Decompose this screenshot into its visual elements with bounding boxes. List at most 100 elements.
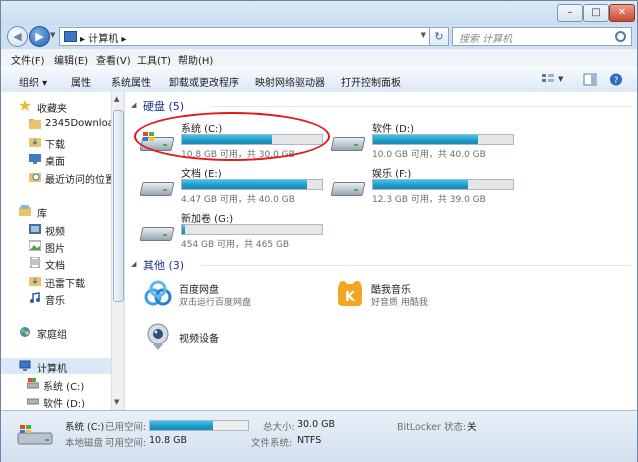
sidebar-item-thunder-downloads[interactable]: 迅雷下载 (1, 273, 111, 289)
hard-drive-icon (27, 398, 39, 405)
music-library-icon (30, 292, 40, 303)
drive-space-info: 12.3 GB 可用，共 39.0 GB (372, 195, 486, 205)
drive-name: 软件 (D:) (372, 124, 415, 135)
map-network-drive-button[interactable]: 映射网络驱动器 (255, 74, 325, 89)
explorer-window: – □ ✕ ◀ ▶ ▼ ▸ 计算机 ▸ ▼ ↻ 搜索 计算机 文件(F) 编辑(… (0, 0, 638, 462)
details-fs-label: 文件系统: (251, 438, 293, 449)
sidebar-item-downloads[interactable]: 下载 (1, 134, 111, 150)
control-panel-button[interactable]: 打开控制面板 (341, 74, 401, 89)
sidebar-item-music[interactable]: 音乐 (1, 290, 111, 306)
star-icon (19, 100, 31, 111)
sidebar-item-videos[interactable]: 视频 (1, 221, 111, 237)
drive-item-e[interactable]: 文档 (E:) 4.47 GB 可用，共 40.0 GB (139, 165, 329, 205)
drive-item-g[interactable]: 新加卷 (G:) 454 GB 可用，共 465 GB (139, 210, 329, 250)
address-bar[interactable]: ▸ 计算机 ▸ ▼ (59, 27, 431, 46)
sidebar-item-pictures[interactable]: 图片 (1, 238, 111, 254)
menu-edit[interactable]: 编辑(E) (54, 52, 88, 67)
view-dropdown-icon[interactable]: ▼ (558, 75, 563, 83)
navigation-scrollbar[interactable]: ▲ ▼ (112, 92, 124, 410)
section-other[interactable]: ◢ 其他 (3) (131, 257, 636, 273)
sidebar-favorites[interactable]: 收藏夹 (1, 98, 111, 114)
hard-drive-icon (139, 177, 175, 197)
sidebar-item-desktop[interactable]: 桌面 (1, 151, 111, 167)
properties-button[interactable]: 属性 (71, 74, 91, 89)
sidebar-item-drive-d[interactable]: 软件 (D:) (1, 393, 111, 409)
uninstall-button[interactable]: 卸载或更改程序 (169, 74, 239, 89)
sidebar-libraries[interactable]: 库 (1, 203, 111, 219)
highlight-circle-annotation (134, 112, 330, 161)
item-name: 百度网盘 (179, 285, 219, 296)
desktop-icon (29, 154, 41, 164)
hard-drive-icon (330, 177, 366, 197)
library-icon (19, 205, 31, 216)
recent-pages-dropdown[interactable]: ▼ (50, 31, 55, 39)
drive-usage-bar (372, 134, 514, 145)
details-pane: 系统 (C:) 已用空间: 本地磁盘 可用空间: 10.8 GB 总大小: 30… (1, 410, 637, 462)
menu-tools[interactable]: 工具(T) (137, 52, 171, 67)
menu-bar: 文件(F) 编辑(E) 查看(V) 工具(T) 帮助(H) (1, 49, 637, 67)
baidu-netdisk-icon (144, 280, 172, 306)
other-item-video-device[interactable]: 视频设备 (143, 322, 323, 356)
view-options-icon[interactable] (541, 73, 555, 86)
sidebar-item-documents[interactable]: 文档 (1, 255, 111, 271)
pictures-library-icon (29, 240, 41, 251)
maximize-button[interactable]: □ (583, 4, 609, 22)
menu-help[interactable]: 帮助(H) (178, 52, 213, 67)
address-dropdown-icon[interactable]: ▼ (421, 31, 426, 39)
downloads-folder-icon (29, 138, 41, 147)
menu-view[interactable]: 查看(V) (96, 52, 131, 67)
section-divider (211, 106, 631, 107)
svg-text:K: K (345, 290, 356, 305)
drive-space-info: 4.47 GB 可用，共 40.0 GB (181, 195, 295, 205)
details-bitlocker-value: 关 (467, 422, 477, 433)
collapse-arrow-icon[interactable]: ◢ (131, 260, 136, 268)
sidebar-item-drive-c[interactable]: 系统 (C:) (1, 376, 111, 392)
menu-file[interactable]: 文件(F) (11, 52, 45, 67)
details-drive-name: 系统 (C:) (65, 422, 105, 433)
section-hard-drives[interactable]: ◢ 硬盘 (5) (131, 98, 636, 114)
other-item-baidu-netdisk[interactable]: 百度网盘 双击运行百度网盘 (143, 279, 323, 313)
other-item-kuwo-music[interactable]: K 酷我音乐 好音质 用酷我 (335, 279, 515, 313)
scrollbar-thumb[interactable] (113, 110, 124, 302)
sidebar-item-recent-places[interactable]: 最近访问的位置 (1, 169, 111, 185)
drive-space-info: 10.0 GB 可用，共 40.0 GB (372, 150, 486, 160)
details-drive-type: 本地磁盘 (65, 438, 104, 449)
help-icon[interactable]: ? (609, 73, 623, 86)
preview-pane-icon[interactable] (583, 73, 597, 86)
drive-item-d[interactable]: 软件 (D:) 10.0 GB 可用，共 40.0 GB (330, 120, 520, 160)
sidebar-item-2345downloads[interactable]: 2345Downloads (1, 116, 111, 132)
system-properties-button[interactable]: 系统属性 (111, 74, 151, 89)
sidebar-homegroup[interactable]: 家庭组 (1, 324, 111, 340)
thunder-downloads-icon (29, 277, 41, 286)
computer-icon (19, 360, 31, 371)
back-button[interactable]: ◀ (7, 26, 28, 47)
navigation-pane: 收藏夹 2345Downloads 下载 桌面 最近访问的位置 库 视频 图片 (1, 92, 112, 410)
system-drive-icon (27, 378, 39, 389)
search-placeholder: 搜索 计算机 (459, 34, 513, 45)
minimize-button[interactable]: – (557, 4, 583, 22)
details-usage-bar (149, 420, 249, 431)
drive-usage-bar (181, 224, 323, 235)
svg-text:?: ? (614, 76, 619, 86)
hard-drive-icon (139, 222, 175, 242)
details-free-label: 可用空间: (105, 438, 147, 449)
video-library-icon (29, 224, 41, 234)
address-row: ◀ ▶ ▼ ▸ 计算机 ▸ ▼ ↻ 搜索 计算机 (1, 25, 637, 47)
item-name: 视频设备 (179, 334, 219, 345)
scroll-up-icon[interactable]: ▲ (114, 95, 119, 103)
drive-usage-bar (181, 179, 323, 190)
organize-button[interactable]: 组织 ▾ (19, 74, 47, 89)
sidebar-computer[interactable]: 计算机 (1, 358, 111, 374)
forward-button[interactable]: ▶ (29, 26, 50, 47)
scroll-down-icon[interactable]: ▼ (114, 398, 119, 406)
drive-space-info: 454 GB 可用，共 465 GB (181, 240, 290, 250)
drive-item-f[interactable]: 娱乐 (F:) 12.3 GB 可用，共 39.0 GB (330, 165, 520, 205)
refresh-button[interactable]: ↻ (429, 27, 449, 46)
title-bar: – □ ✕ (1, 1, 637, 25)
search-input[interactable]: 搜索 计算机 (452, 27, 632, 46)
drive-name: 新加卷 (G:) (181, 214, 234, 225)
close-button[interactable]: ✕ (609, 4, 635, 22)
breadcrumb-computer[interactable]: 计算机 (88, 34, 118, 45)
homegroup-icon (20, 327, 30, 337)
collapse-arrow-icon[interactable]: ◢ (131, 101, 136, 109)
